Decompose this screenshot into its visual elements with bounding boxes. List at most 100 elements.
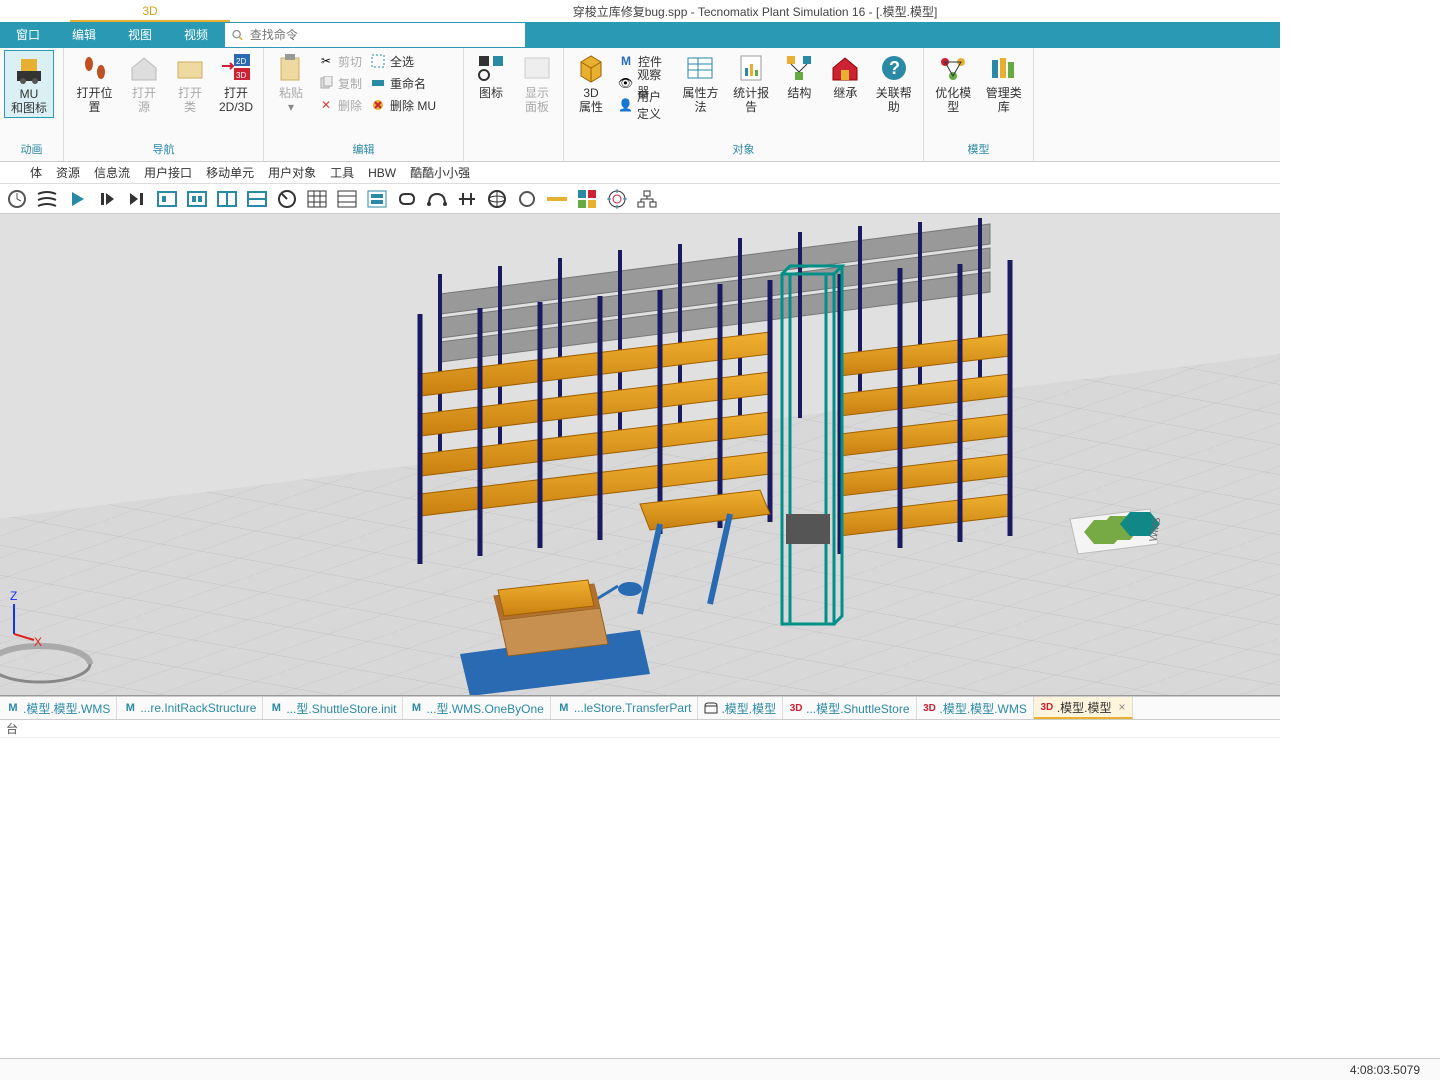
open-2d3d-label: 打开 2D/3D [219,86,253,114]
document-tab[interactable]: M.模型.模型.WMS [0,697,117,719]
tool-list-icon[interactable] [334,186,360,212]
tool-line-icon[interactable] [544,186,570,212]
menu-window[interactable]: 窗口 [0,22,56,48]
classbar-item[interactable]: 用户接口 [144,164,192,181]
menu-bar: 窗口 编辑 视图 视频 [0,22,1280,48]
structure-button[interactable]: 结构 [776,50,822,102]
optimize-icon [937,52,969,84]
manage-classlib-button[interactable]: 管理类库 [979,50,1030,116]
report-icon [735,52,767,84]
classbar-item[interactable]: 工具 [330,164,354,181]
document-tabs: M.模型.模型.WMSM...re.InitRackStructureM...型… [0,696,1280,720]
tool-frame2-icon[interactable] [184,186,210,212]
classbar-item[interactable]: 用户对象 [268,164,316,181]
optimize-model-button[interactable]: 优化模型 [928,50,979,116]
document-tab[interactable]: M...型.ShuttleStore.init [263,697,403,719]
tool-align-icon[interactable] [454,186,480,212]
delete-x-icon: ✕ [318,97,334,113]
structure-label: 结构 [787,86,811,100]
classbar-item[interactable]: 资源 [56,164,80,181]
tool-flow-icon[interactable] [34,186,60,212]
open-class-button[interactable]: 打开类 [167,50,213,116]
tool-step-icon[interactable] [94,186,120,212]
method-tab-icon: M [123,701,137,715]
search-input[interactable] [250,28,525,42]
document-tab[interactable]: 3D.模型.模型.WMS [917,697,1034,719]
3d-properties-label: 3D 属性 [579,86,603,114]
inherit-button[interactable]: 继承 [822,50,868,102]
tool-frame3-icon[interactable] [214,186,240,212]
3d-viewport[interactable]: WMS Z X [0,214,1280,696]
structure-icon [783,52,815,84]
tool-circle-icon[interactable] [514,186,540,212]
context-tab-3d[interactable]: 3D [70,0,230,22]
document-tab[interactable]: M...re.InitRackStructure [117,697,263,719]
tool-stack-icon[interactable] [364,186,390,212]
select-all-button[interactable]: 全选 [366,50,440,72]
tool-frame1-icon[interactable] [154,186,180,212]
classbar-item[interactable]: HBW [368,166,396,180]
scissors-icon: ✂ [318,53,334,69]
method-tab-icon: M [6,701,20,715]
classbar-item[interactable]: 信息流 [94,164,130,181]
group-animation-label: 动画 [4,139,59,159]
open-2d3d-button[interactable]: 2D3D 打开 2D/3D [213,50,259,116]
document-tab[interactable]: .模型.模型 [698,697,783,719]
title-bar: 3D 穿梭立库修复bug.spp - Tecnomatix Plant Simu… [0,0,1280,22]
frame-tab-icon [704,701,718,715]
tool-frame4-icon[interactable] [244,186,270,212]
cut-button[interactable]: ✂剪切 [314,50,366,72]
tool-grid-icon[interactable] [304,186,330,212]
classbar-item[interactable]: 体 [30,164,42,181]
userdef-button[interactable]: 👤用户定义 [614,94,675,116]
method-tab-icon: M [409,701,423,715]
tool-link-icon[interactable] [394,186,420,212]
assoc-help-button[interactable]: ? 关联帮助 [868,50,919,116]
delete-mu-icon [370,97,386,113]
property-method-label: 属性方法 [681,86,720,114]
svg-text:3D: 3D [236,71,246,80]
tool-skip-icon[interactable] [124,186,150,212]
tool-palette-icon[interactable] [574,186,600,212]
open-position-label: 打开位置 [74,86,115,114]
paste-button[interactable]: 粘贴 ▾ [268,50,314,116]
show-panel-button[interactable]: 显示面板 [514,50,560,116]
menu-view[interactable]: 视图 [112,22,168,48]
3d-tab-icon: 3D [923,701,937,715]
document-tab[interactable]: M...leStore.TransferPart [551,697,699,719]
document-tab[interactable]: 3D.模型.模型× [1034,697,1133,719]
manage-classlib-label: 管理类库 [985,86,1024,114]
rename-button[interactable]: 重命名 [366,72,440,94]
delete-button[interactable]: ✕删除 [314,94,366,116]
delete-mu-button[interactable]: 删除 MU [366,94,440,116]
menu-video[interactable]: 视频 [168,22,224,48]
classbar-item[interactable]: 酷酷小小强 [410,164,470,181]
document-tab[interactable]: 3D...模型.ShuttleStore [783,697,916,719]
command-search[interactable] [225,23,525,47]
document-tab-label: ...模型.ShuttleStore [806,700,909,717]
icons-label: 图标 [479,86,503,100]
open-position-button[interactable]: 打开位置 [68,50,121,116]
open-source-button[interactable]: 打开源 [121,50,167,116]
mu-and-icons-button[interactable]: MU 和图标 [4,50,54,118]
document-tab-label: .模型.模型.WMS [940,700,1027,717]
search-icon [231,28,244,42]
3d-properties-button[interactable]: 3D 属性 [568,50,614,116]
stat-report-button[interactable]: 统计报告 [726,50,777,116]
tool-target-icon[interactable] [604,186,630,212]
close-tab-icon[interactable]: × [1119,700,1126,714]
copy-button[interactable]: 复制 [314,72,366,94]
3d-box-icon [575,52,607,84]
tool-eventcontroller-icon[interactable] [4,186,30,212]
tool-network-icon[interactable] [634,186,660,212]
tool-globe-icon[interactable] [484,186,510,212]
document-tab[interactable]: M...型.WMS.OneByOne [403,697,550,719]
menu-edit[interactable]: 编辑 [56,22,112,48]
classbar-item[interactable]: 移动单元 [206,164,254,181]
property-method-button[interactable]: 属性方法 [675,50,726,116]
tool-gauge-icon[interactable] [274,186,300,212]
icons-button[interactable]: 图标 [468,50,514,102]
tool-play-icon[interactable] [64,186,90,212]
simulation-time: 4:08:03.5079 [1350,1063,1440,1077]
tool-connector-icon[interactable] [424,186,450,212]
